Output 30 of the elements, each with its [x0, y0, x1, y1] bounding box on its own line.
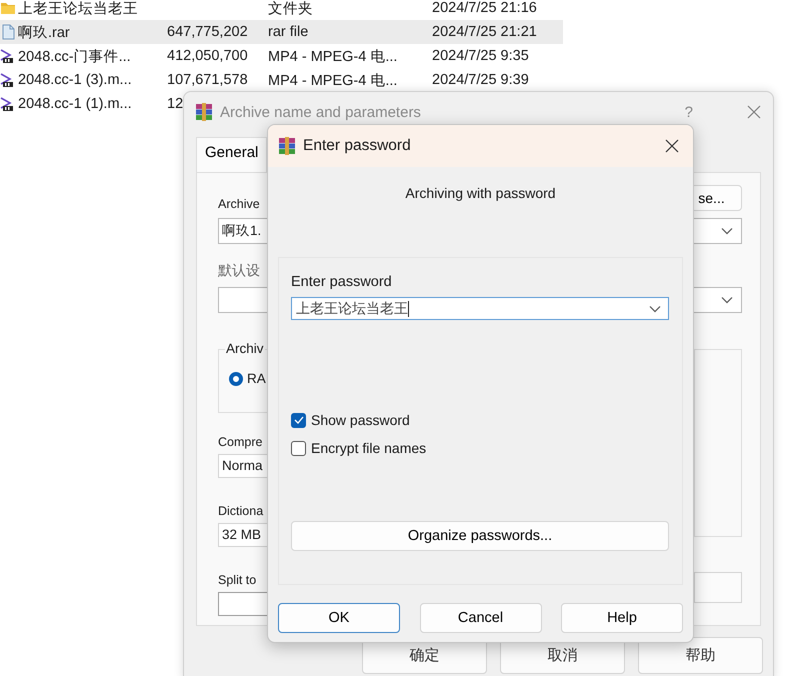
file-size: 647,775,202: [167, 24, 248, 40]
file-type: 文件夹: [268, 0, 313, 16]
radio-label: RA: [247, 371, 266, 386]
file-size: 12: [167, 96, 184, 112]
file-name: 2048.cc-1 (3).m...: [18, 72, 132, 88]
file-type: rar file: [268, 24, 308, 40]
group-label: Archiv: [225, 341, 265, 356]
window-title: Archive name and parameters: [220, 104, 421, 120]
file-name: 2048.cc-门事件...: [18, 48, 131, 66]
window-title: Enter password: [303, 137, 411, 155]
field-label: Compre: [218, 435, 262, 449]
file-name: 2048.cc-1 (1).m...: [18, 96, 132, 112]
file-size: 107,671,578: [167, 72, 248, 88]
checkbox-label: Encrypt file names: [311, 440, 426, 456]
checkbox-label: Show password: [311, 412, 410, 428]
file-name: 上老王论坛当老王: [18, 0, 138, 18]
file-date: 2024/7/25 9:35: [432, 48, 529, 64]
file-date: 2024/7/25 9:39: [432, 72, 529, 88]
file-date: 2024/7/25 21:16: [432, 0, 537, 16]
field-label: Split to: [218, 573, 256, 587]
file-name: 啊玖.rar: [18, 24, 70, 42]
field-label: Dictiona: [218, 504, 264, 518]
file-size: 412,050,700: [167, 48, 248, 64]
file-type: MP4 - MPEG-4 电...: [268, 48, 398, 64]
field-label: Archive: [218, 197, 260, 211]
file-type: MP4 - MPEG-4 电...: [268, 72, 398, 88]
file-date: 2024/7/25 21:21: [432, 24, 537, 40]
dialog-heading: Archiving with password: [404, 185, 557, 203]
field-label: Enter password: [291, 274, 393, 290]
field-label: 默认设: [218, 262, 260, 280]
